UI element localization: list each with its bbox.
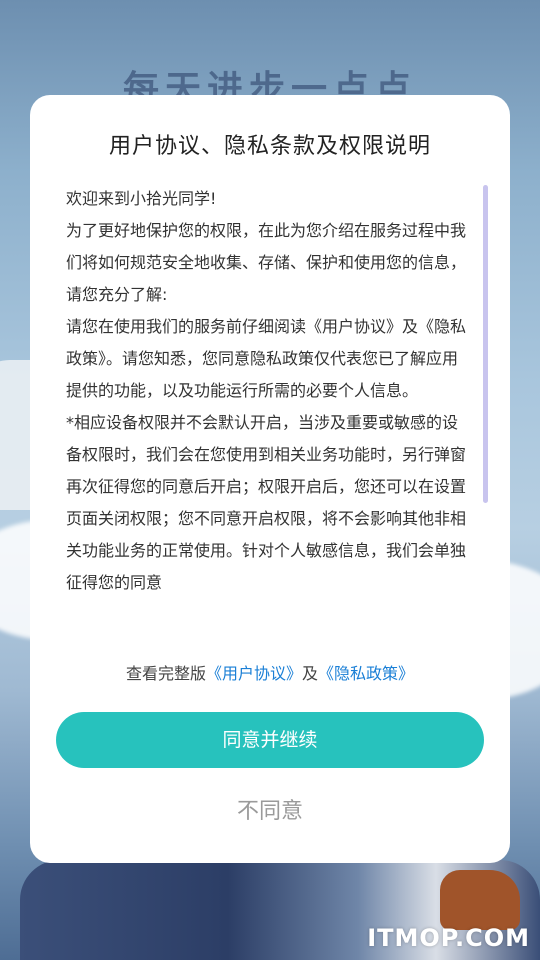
privacy-dialog: 用户协议、隐私条款及权限说明 欢迎来到小拾光同学! 为了更好地保护您的权限，在此…: [30, 95, 510, 863]
agreement-text-scroll[interactable]: 欢迎来到小拾光同学! 为了更好地保护您的权限，在此为您介绍在服务过程中我们将如何…: [66, 183, 470, 623]
content-scrollbar[interactable]: [483, 185, 488, 503]
privacy-policy-link[interactable]: 《隐私政策》: [318, 664, 414, 683]
agree-continue-button[interactable]: 同意并继续: [56, 712, 484, 768]
dialog-title: 用户协议、隐私条款及权限说明: [108, 134, 431, 159]
agreement-paragraph: *相应设备权限并不会默认开启，当涉及重要或敏感的设备权限时，我们会在您使用到相关…: [66, 413, 467, 592]
agreement-paragraph: 欢迎来到小拾光同学!: [66, 189, 217, 208]
app-screen: 每天进步一点点 用户协议、隐私条款及权限说明 欢迎来到小拾光同学! 为了更好地保…: [0, 0, 540, 960]
user-agreement-link[interactable]: 《用户协议》: [206, 664, 302, 683]
background-character-shoe: [440, 870, 520, 930]
disagree-button[interactable]: 不同意: [170, 792, 370, 832]
site-watermark: ITMOP.COM: [367, 924, 530, 952]
agreement-paragraph: 请您在使用我们的服务前仔细阅读《用户协议》及《隐私政策》。请您知悉，您同意隐私政…: [66, 317, 467, 400]
links-prefix: 查看完整版: [125, 664, 206, 683]
full-version-links: 查看完整版《用户协议》及《隐私政策》: [30, 660, 510, 684]
agreement-paragraph: 为了更好地保护您的权限，在此为您介绍在服务过程中我们将如何规范安全地收集、存储、…: [66, 221, 467, 304]
links-conjunction: 及: [302, 664, 319, 683]
